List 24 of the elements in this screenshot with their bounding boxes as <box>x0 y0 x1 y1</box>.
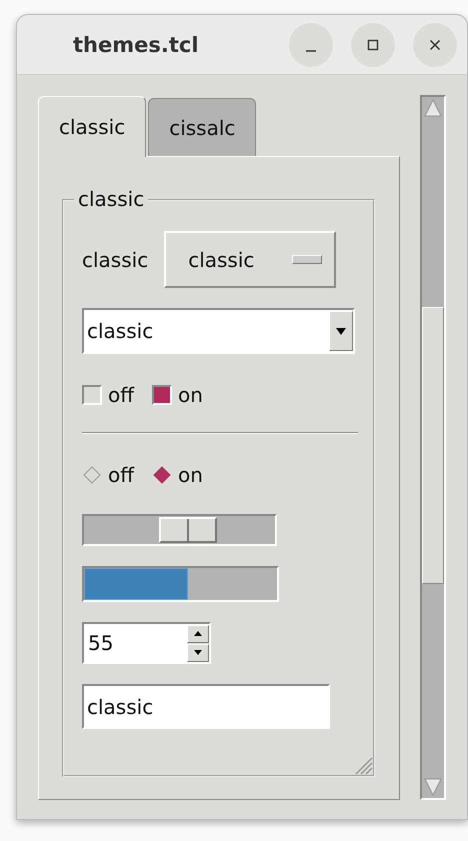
close-button[interactable] <box>413 22 457 66</box>
tab[interactable]: classic <box>38 96 146 157</box>
combobox[interactable]: classic <box>82 308 355 354</box>
scrollbar[interactable] <box>420 95 446 800</box>
radio-button[interactable]: on <box>152 463 203 487</box>
checkbox[interactable]: off <box>82 383 134 407</box>
close-icon <box>428 38 442 52</box>
input-field[interactable]: classic <box>82 684 330 729</box>
spin-up-icon[interactable] <box>187 624 209 642</box>
spin-down-icon[interactable] <box>187 644 209 662</box>
scroll-up-icon[interactable] <box>422 97 444 119</box>
scroll-down-icon[interactable] <box>422 776 444 798</box>
menu-indicator-icon <box>292 255 322 264</box>
tab[interactable]: cissalc <box>148 98 256 156</box>
checkbox[interactable]: on <box>152 383 203 407</box>
window-title: themes.tcl <box>73 32 200 56</box>
minimize-icon <box>306 50 316 52</box>
menu-button[interactable]: classic <box>164 231 336 288</box>
maximize-icon <box>366 38 380 52</box>
slider-handle[interactable] <box>159 517 218 543</box>
label: classic <box>82 248 148 272</box>
spinbox[interactable]: 55 <box>82 622 211 664</box>
radio-button[interactable]: off <box>82 463 134 487</box>
maximize-button[interactable] <box>351 22 395 66</box>
